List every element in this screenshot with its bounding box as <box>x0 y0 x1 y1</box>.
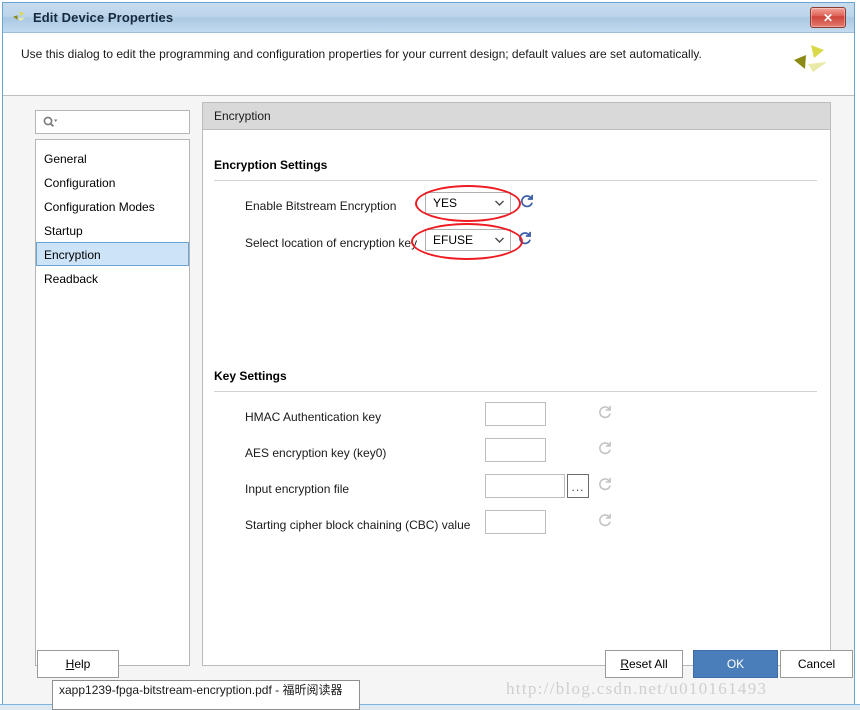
help-button[interactable]: Help <box>37 650 119 678</box>
browse-button[interactable]: ... <box>567 474 589 498</box>
enable-bitstream-encryption-select[interactable]: YES <box>425 192 511 214</box>
sidebar: General Configuration Configuration Mode… <box>35 110 190 666</box>
ok-button[interactable]: OK <box>693 650 778 678</box>
hmac-key-label: HMAC Authentication key <box>245 410 382 424</box>
sidebar-item-label: Startup <box>44 224 83 238</box>
sidebar-item-readback[interactable]: Readback <box>36 266 189 290</box>
sidebar-item-startup[interactable]: Startup <box>36 218 189 242</box>
encryption-key-location-select[interactable]: EFUSE <box>425 229 511 251</box>
hmac-key-input[interactable] <box>485 402 546 426</box>
help-label: elp <box>74 657 91 671</box>
reset-icon[interactable] <box>520 194 534 208</box>
content-panel: Encryption Encryption Settings Enable Bi… <box>202 102 831 666</box>
reset-all-label: eset All <box>628 657 668 671</box>
aes-key-label: AES encryption key (key0) <box>245 446 387 460</box>
reset-icon <box>598 405 612 419</box>
sidebar-item-general[interactable]: General <box>36 146 189 170</box>
reset-all-button[interactable]: Reset All <box>605 650 683 678</box>
sidebar-item-label: Encryption <box>44 248 101 262</box>
close-icon[interactable]: ✕ <box>810 7 846 28</box>
sidebar-item-label: Readback <box>44 272 99 286</box>
cbc-value-label: Starting cipher block chaining (CBC) val… <box>245 518 471 532</box>
dialog-body: General Configuration Configuration Mode… <box>3 96 854 704</box>
xilinx-logo-icon <box>788 41 832 85</box>
xilinx-logo-icon <box>11 10 27 26</box>
sidebar-item-label: General <box>44 152 87 166</box>
sidebar-item-label: Configuration <box>44 176 116 190</box>
encryption-key-location-value: EFUSE <box>433 233 474 247</box>
sidebar-item-label: Configuration Modes <box>44 200 155 214</box>
enable-bitstream-encryption-label: Enable Bitstream Encryption <box>245 199 397 213</box>
sidebar-item-configuration[interactable]: Configuration <box>36 170 189 194</box>
chevron-down-icon <box>488 236 510 244</box>
input-encryption-file-input[interactable] <box>485 474 565 498</box>
aes-key-input[interactable] <box>485 438 546 462</box>
search-icon <box>42 115 58 129</box>
reset-icon <box>598 441 612 455</box>
reset-all-accel: R <box>620 657 629 671</box>
encryption-key-location-label: Select location of encryption key <box>245 236 418 250</box>
tooltip: xapp1239-fpga-bitstream-encryption.pdf -… <box>52 680 360 710</box>
dialog-description: Use this dialog to edit the programming … <box>21 47 702 61</box>
dialog-window: Edit Device Properties ✕ Use this dialog… <box>2 2 855 705</box>
reset-icon <box>598 477 612 491</box>
content-panel-title: Encryption <box>203 103 830 130</box>
key-settings-title: Key Settings <box>214 369 287 383</box>
sidebar-item-encryption[interactable]: Encryption <box>36 242 189 266</box>
encryption-settings-title: Encryption Settings <box>214 158 328 172</box>
enable-bitstream-encryption-value: YES <box>433 196 458 210</box>
search-input[interactable] <box>35 110 190 134</box>
reset-icon <box>598 513 612 527</box>
input-encryption-file-label: Input encryption file <box>245 482 350 496</box>
dialog-banner: Use this dialog to edit the programming … <box>3 33 854 96</box>
window-title: Edit Device Properties <box>33 10 174 25</box>
section-divider <box>214 391 817 392</box>
chevron-down-icon <box>488 199 510 207</box>
title-bar: Edit Device Properties ✕ <box>3 3 854 33</box>
cancel-button[interactable]: Cancel <box>780 650 853 678</box>
sidebar-item-configuration-modes[interactable]: Configuration Modes <box>36 194 189 218</box>
reset-icon[interactable] <box>518 231 532 245</box>
cbc-value-input[interactable] <box>485 510 546 534</box>
section-divider <box>214 180 817 181</box>
sidebar-list: General Configuration Configuration Mode… <box>35 139 190 666</box>
content-inner: Encryption Settings Enable Bitstream Enc… <box>203 130 830 664</box>
